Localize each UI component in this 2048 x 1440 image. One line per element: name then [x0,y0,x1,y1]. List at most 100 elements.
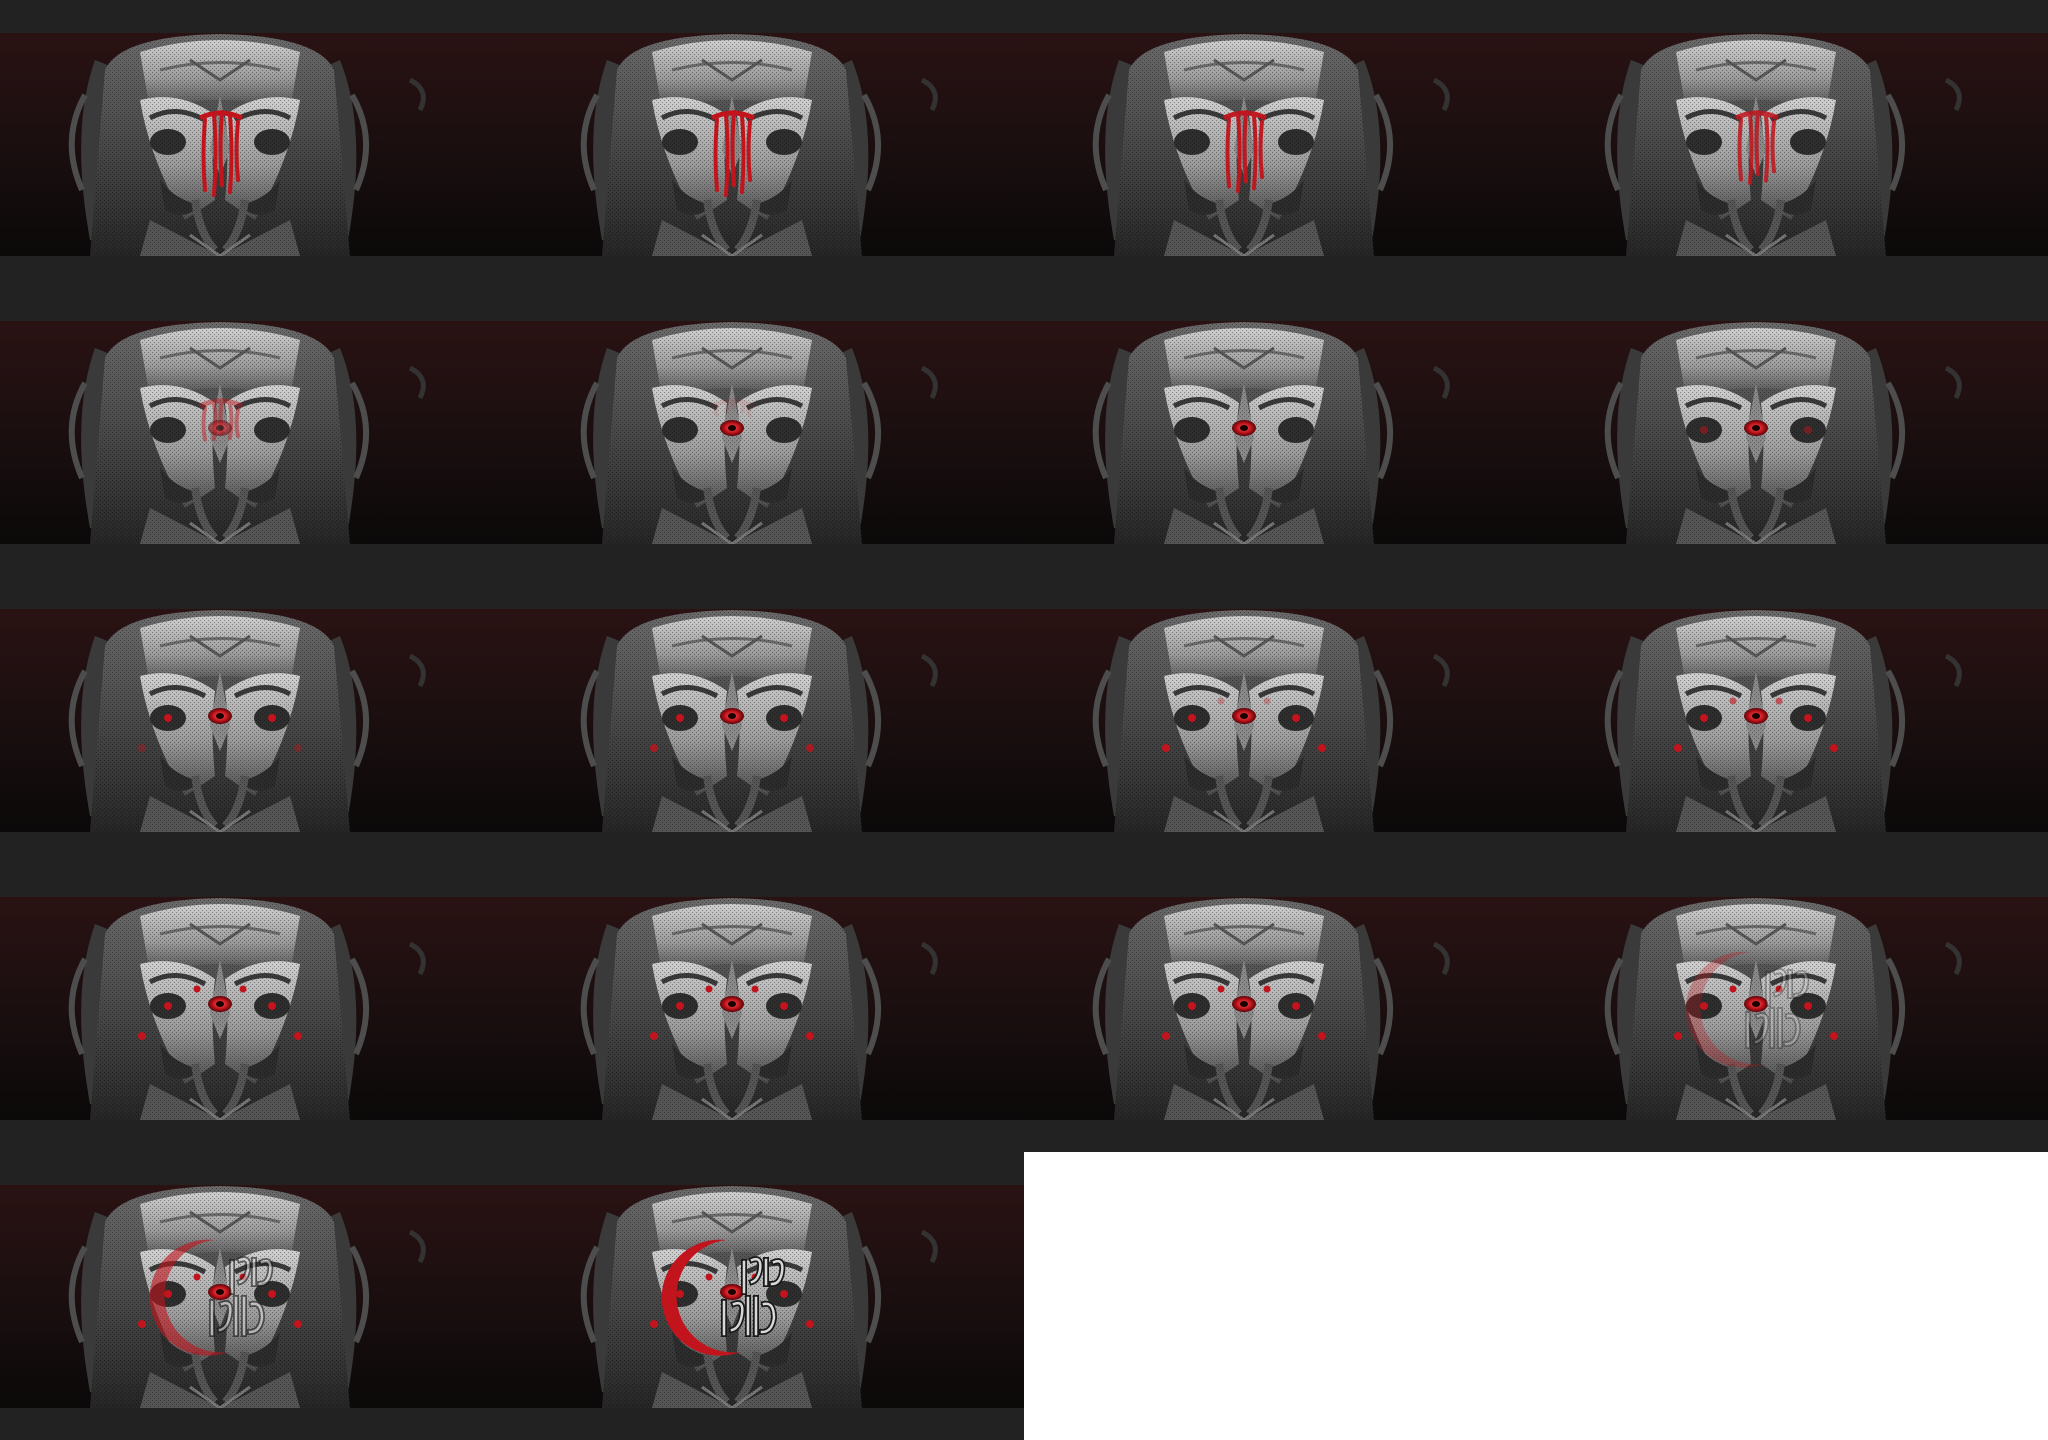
left-brow-eye [1217,985,1225,993]
frame-art [0,609,512,832]
center-eye [1744,420,1768,436]
left-cheek-eye [1674,1032,1682,1040]
right-cheek-eye [1318,744,1326,752]
right-eye [1292,714,1300,722]
blood-drip [1764,114,1770,183]
right-eye [1292,1002,1300,1010]
blood-drip [218,110,224,187]
blood-drip [730,110,736,187]
center-eye [1232,996,1256,1012]
center-eye [208,1284,232,1300]
blood-drip [1225,118,1231,189]
blood-drip [1754,110,1760,177]
center-eye [208,996,232,1012]
blood-drip [228,402,234,441]
sprite-frame [1536,576,2048,864]
sprite-frame [1536,288,2048,576]
right-eye [268,1290,276,1298]
left-cheek-eye [1674,744,1682,752]
frame-art [1024,609,1536,832]
blood-drip [212,113,218,197]
right-brow-eye [239,985,247,993]
center-eye-pupil [1752,713,1760,719]
center-eye-pupil [1240,1001,1248,1007]
center-eye-pupil [216,1289,224,1295]
right-brow-eye [1775,697,1783,705]
center-eye-pupil [728,1289,736,1295]
center-eye-pupil [1752,1001,1760,1007]
sprite-frame [1024,864,1536,1152]
center-eye [208,420,232,436]
blood-drip [740,114,746,194]
frame-art [1024,321,1536,544]
right-brow-eye [751,985,759,993]
center-eye-pupil [728,425,736,431]
blood-drip [1242,110,1248,184]
center-eye [1744,996,1768,1012]
frame-art [512,897,1024,1120]
sprite-frame [512,0,1024,288]
blood-drip [1770,120,1776,174]
center-eye-pupil [1752,425,1760,431]
frame-art [1024,897,1536,1120]
right-cheek-eye [806,1032,814,1040]
right-eye [1804,426,1812,434]
right-cheek-eye [806,1320,814,1328]
blood-drip [746,120,752,182]
sprite-sheet [0,0,2048,1440]
left-eye [676,1002,684,1010]
left-brow-eye [1729,697,1737,705]
blood-drip [234,408,240,439]
center-eye [208,708,232,724]
blood-drip [201,406,207,442]
center-eye-pupil [216,425,224,431]
sprite-frame [512,864,1024,1152]
sprite-frame [1536,864,2048,1152]
right-eye [780,714,788,722]
blood-drip [228,114,234,194]
blood-drip [1737,118,1743,182]
blood-drip [201,118,207,192]
right-cheek-eye [1318,1032,1326,1040]
left-cheek-eye [650,1320,658,1328]
frame-art [512,609,1024,832]
sprite-frame [512,576,1024,864]
right-brow-eye [1263,697,1271,705]
left-eye [1700,1002,1708,1010]
blood-drip [234,120,240,182]
right-eye [1804,1002,1812,1010]
left-brow-eye [705,1273,713,1281]
sprite-frame [1024,288,1536,576]
frame-art [0,33,512,256]
left-eye [676,714,684,722]
right-cheek-eye [294,1032,302,1040]
frame-art [512,321,1024,544]
right-brow-eye [1263,985,1271,993]
center-eye-pupil [728,713,736,719]
right-eye [1804,714,1812,722]
right-cheek-eye [294,744,302,752]
sprite-frame [1536,0,2048,288]
blood-drip [724,401,730,413]
blood-drip [740,402,746,414]
frame-art [0,897,512,1120]
left-cheek-eye [138,1032,146,1040]
left-cheek-eye [1162,1032,1170,1040]
left-cheek-eye [650,1032,658,1040]
sprite-frame [1024,576,1536,864]
left-eye [1700,426,1708,434]
center-eye [720,420,744,436]
left-eye [164,1290,172,1298]
blood-drip [1252,114,1258,191]
left-eye [1188,1002,1196,1010]
sprite-frame [0,288,512,576]
left-eye [164,714,172,722]
left-eye [676,1290,684,1298]
blood-drip [713,406,719,417]
left-brow-eye [193,1273,201,1281]
right-cheek-eye [806,744,814,752]
right-cheek-eye [1830,1032,1838,1040]
center-eye-pupil [728,1001,736,1007]
center-eye-pupil [1240,713,1248,719]
center-eye [720,996,744,1012]
